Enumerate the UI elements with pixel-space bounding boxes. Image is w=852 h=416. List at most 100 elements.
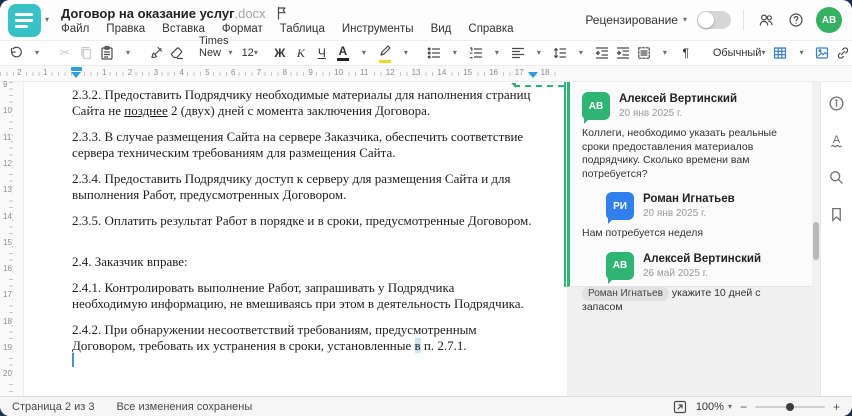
doc-paragraph[interactable]: 2.4.1. Контролировать выполнение Работ, …	[72, 280, 532, 311]
copy-button[interactable]	[76, 42, 96, 64]
ruler-number: 18	[538, 68, 552, 77]
align-dropdown[interactable]: ▾	[529, 42, 549, 64]
review-mode-dropdown[interactable]: Рецензирование ▾	[585, 13, 687, 27]
ruler-number: 13	[409, 68, 423, 77]
undo-dropdown[interactable]: ▾	[27, 42, 47, 64]
collaborators-button[interactable]	[756, 10, 776, 30]
mention-chip[interactable]: Роман Игнатьев	[582, 286, 669, 301]
font-color-dropdown[interactable]: ▾	[354, 42, 374, 64]
line-spacing-button[interactable]	[550, 42, 570, 64]
zoom-out-button[interactable]: −	[740, 400, 747, 414]
insert-table-button[interactable]	[770, 42, 790, 64]
menu-table[interactable]: Таблица	[280, 23, 325, 35]
insert-table-dropdown[interactable]: ▾	[791, 42, 811, 64]
undo-button[interactable]	[6, 42, 26, 64]
align-button[interactable]	[508, 42, 528, 64]
copy-icon	[81, 46, 92, 60]
page-indicator[interactable]: Страница 2 из 3	[12, 401, 94, 413]
right-indent-marker[interactable]	[528, 72, 538, 78]
decrease-indent-button[interactable]	[592, 42, 612, 64]
ruler-number: 9	[3, 79, 8, 90]
paste-dropdown[interactable]: ▾	[118, 42, 138, 64]
document-info-button[interactable]	[828, 94, 846, 112]
zoom-slider[interactable]	[754, 402, 825, 411]
scissors-icon: ✂	[59, 45, 71, 60]
menu-format[interactable]: Формат	[222, 23, 263, 35]
ruler-number: 14	[3, 210, 12, 222]
statusbar: Страница 2 из 3 Все изменения сохранены …	[0, 396, 852, 416]
document-title: Договор на оказание услуг.docx	[61, 5, 266, 21]
ruler-number: 7	[254, 68, 264, 77]
app-window: ▾ Договор на оказание услуг.docx Файл Пр…	[0, 0, 852, 416]
underline-button[interactable]: Ч	[312, 42, 332, 64]
menu-file[interactable]: Файл	[61, 23, 89, 35]
bold-button[interactable]: Ж	[270, 42, 290, 64]
vertical-ruler[interactable]: 9 10 11 12 13 14 15 16 17 18 19 20	[0, 79, 24, 396]
comment-reply[interactable]: РИ Роман Игнатьев 20 янв 2025 г. Нам пот…	[582, 192, 802, 241]
paragraph-style-select[interactable]: Обычный ▾	[709, 47, 770, 59]
empty-line[interactable]	[72, 240, 534, 254]
ruler-number: 8	[280, 68, 290, 77]
menu-help[interactable]: Справка	[468, 23, 513, 35]
bullet-list-button[interactable]	[424, 42, 444, 64]
insert-link-button[interactable]	[833, 42, 852, 64]
numbered-list-button[interactable]	[466, 42, 486, 64]
left-indent-marker[interactable]	[71, 72, 81, 78]
menu-tools[interactable]: Инструменты	[342, 23, 414, 35]
comments-panel: АВ Алексей Вертинский 20 янв 2025 г. Кол…	[567, 82, 820, 396]
underlined-text[interactable]: позднее	[124, 103, 167, 118]
comment[interactable]: АВ Алексей Вертинский 20 янв 2025 г. Кол…	[582, 92, 802, 181]
app-menu-button[interactable]: ▾	[8, 3, 49, 37]
flag-icon[interactable]	[274, 5, 290, 21]
comments-scrollbar[interactable]	[812, 82, 820, 396]
document-page[interactable]: 2.3.2. Предоставить Подрядчику необходим…	[24, 82, 567, 396]
comment-author: Алексей Вертинский	[643, 252, 762, 265]
doc-paragraph[interactable]: 2.4. Заказчик вправе:	[72, 254, 532, 270]
user-avatar[interactable]: АВ	[816, 7, 842, 33]
search-button[interactable]	[828, 168, 846, 186]
numbered-list-icon	[469, 47, 482, 59]
bullet-list-dropdown[interactable]: ▾	[445, 42, 465, 64]
line-spacing-dropdown[interactable]: ▾	[571, 42, 591, 64]
paste-button[interactable]	[97, 42, 117, 64]
numbered-list-dropdown[interactable]: ▾	[487, 42, 507, 64]
doc-paragraph[interactable]: 2.3.3. В случае размещения Сайта на серв…	[72, 129, 532, 160]
doc-paragraph[interactable]: 2.3.2. Предоставить Подрядчику необходим…	[72, 87, 532, 118]
highlight-button[interactable]	[375, 42, 395, 64]
insert-image-button[interactable]	[812, 42, 832, 64]
svg-text:А: А	[833, 133, 841, 145]
zoom-slider-knob[interactable]	[786, 402, 795, 411]
highlight-dropdown[interactable]: ▾	[396, 42, 416, 64]
first-line-indent-marker[interactable]	[71, 67, 82, 71]
comment-thread[interactable]: АВ Алексей Вертинский 20 янв 2025 г. Кол…	[567, 82, 812, 313]
zoom-select[interactable]: 100% ▾	[696, 401, 732, 413]
format-painter-button[interactable]	[146, 42, 166, 64]
menu-edit[interactable]: Правка	[106, 23, 145, 35]
comment-reply[interactable]: АВ Алексей Вертинский 26 май 2025 г. Ром…	[582, 251, 802, 315]
doc-paragraph[interactable]: 2.3.5. Оплатить результат Работ в порядк…	[72, 213, 532, 229]
menu-view[interactable]: Вид	[431, 23, 452, 35]
paragraph-settings-dropdown[interactable]: ▾	[655, 42, 675, 64]
increase-indent-button[interactable]	[613, 42, 633, 64]
doc-paragraph[interactable]: 2.3.4. Предоставить Подрядчику доступ к …	[72, 171, 532, 202]
horizontal-ruler[interactable]: 2 1 1 2 3 4 5 6 7 8 9 10 11 12 13 14 15 16 17 18	[0, 66, 852, 82]
ruler-number: 14	[435, 68, 449, 77]
show-paragraph-marks-button[interactable]: ¶	[676, 42, 696, 64]
doc-paragraph[interactable]: 2.4.2. При обнаружении несоответствий тр…	[72, 322, 532, 353]
font-size-select[interactable]: 12 ▾	[238, 47, 262, 59]
paragraph-settings-button[interactable]	[634, 42, 654, 64]
italic-button[interactable]: К	[291, 42, 311, 64]
font-color-button[interactable]: А	[333, 42, 353, 64]
fit-width-button[interactable]	[672, 399, 688, 415]
help-button[interactable]	[786, 10, 806, 30]
zoom-in-button[interactable]: +	[833, 400, 840, 414]
clear-style-button[interactable]	[167, 42, 187, 64]
cut-button[interactable]: ✂	[55, 42, 75, 64]
title-area: Договор на оказание услуг.docx Файл Прав…	[61, 5, 514, 36]
bookmarks-button[interactable]	[828, 205, 846, 223]
ruler-number: 17	[512, 68, 526, 77]
scrollbar-thumb[interactable]	[813, 222, 819, 260]
review-toggle[interactable]	[697, 11, 731, 29]
spellcheck-button[interactable]: А	[828, 131, 846, 149]
menu-insert[interactable]: Вставка	[162, 23, 205, 35]
